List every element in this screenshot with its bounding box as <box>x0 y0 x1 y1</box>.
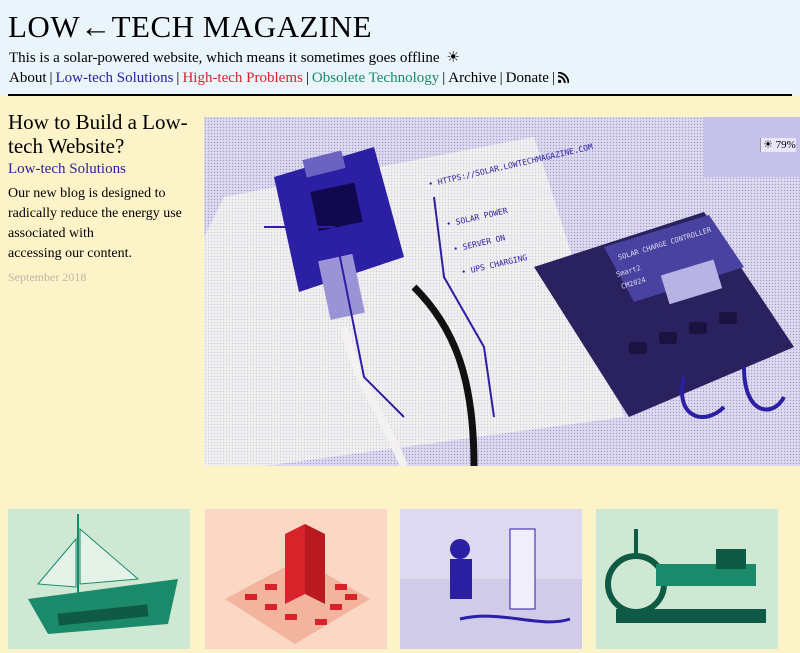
nav-item-low-tech-solutions[interactable]: Low-tech Solutions <box>56 70 174 86</box>
article-thumbnail-2[interactable] <box>205 509 387 649</box>
nav-item-high-tech-problems[interactable]: High-tech Problems <box>182 70 302 86</box>
main-nav: About | Low-tech Solutions | High-tech Probl… <box>9 70 570 88</box>
nav-item-about[interactable]: About <box>9 70 47 86</box>
nav-separator: | <box>49 70 53 86</box>
featured-article-category[interactable]: Low-tech Solutions <box>8 161 198 178</box>
nav-item-obsolete-technology[interactable]: Obsolete Technology <box>312 70 439 86</box>
summary-line: accessing our content. <box>8 246 133 261</box>
nav-item-archive[interactable]: Archive <box>448 70 496 86</box>
summary-line: radically reduce the energy use <box>8 206 182 221</box>
tagline-text: This is a solar-powered website, which m… <box>9 50 440 66</box>
site-title[interactable]: LOW←TECH MAGAZINE <box>8 10 372 44</box>
nav-separator: | <box>176 70 180 86</box>
workers-photo-icon <box>400 528 582 649</box>
article-thumbnail-1[interactable] <box>8 509 190 649</box>
featured-article-date: September 2018 <box>8 270 87 284</box>
nav-item-donate[interactable]: Donate <box>506 70 549 86</box>
article-thumbnail-3[interactable] <box>400 509 582 649</box>
sun-icon: ☀ <box>763 139 773 151</box>
battery-indicator: ☀ 79% <box>760 138 796 152</box>
site-tagline: This is a solar-powered website, which m… <box>9 48 460 67</box>
featured-article-title[interactable]: How to Build a Low-tech Website? <box>8 110 198 158</box>
site-header: LOW←TECH MAGAZINE This is a solar-powere… <box>0 0 800 95</box>
battery-level: 79% <box>775 139 796 151</box>
sailing-ship-icon <box>28 514 178 634</box>
nav-separator: | <box>551 70 555 86</box>
featured-article: How to Build a Low-tech Website? Low-tec… <box>8 110 198 285</box>
rss-icon[interactable] <box>557 71 570 88</box>
nav-separator: | <box>499 70 503 86</box>
header-divider <box>8 94 792 96</box>
featured-article-summary: Our new blog is designed to radically re… <box>8 184 198 264</box>
steam-engine-icon <box>605 529 766 623</box>
article-thumbnail-4[interactable] <box>596 509 778 649</box>
summary-line: associated with <box>8 226 94 241</box>
nav-separator: | <box>305 70 309 86</box>
isometric-city-icon <box>225 524 370 644</box>
nav-separator: | <box>442 70 446 86</box>
summary-line: Our new blog is designed to <box>8 186 166 201</box>
sun-icon: ☀ <box>446 50 460 66</box>
featured-article-image[interactable]: • HTTPS://SOLAR.LOWTECHMAGAZINE.COM • SO… <box>204 117 800 466</box>
